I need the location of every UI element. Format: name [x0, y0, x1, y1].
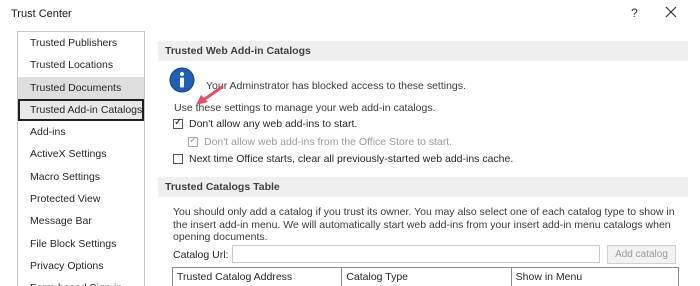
sidebar-item-add-ins[interactable]: Add-ins — [18, 121, 144, 143]
title-bar: Trust Center ? — [0, 0, 700, 28]
block-all-label: Don't allow any web add-ins to start. — [189, 118, 358, 130]
sidebar-item-trusted-documents[interactable]: Trusted Documents — [18, 76, 144, 99]
option-clear-cache[interactable]: Next time Office starts, clear all previ… — [173, 153, 513, 165]
column-header-show-in-menu[interactable]: Show in Menu — [512, 268, 678, 286]
catalog-table-header: Trusted Catalog Address Catalog Type Sho… — [172, 267, 679, 286]
catalog-description: You should only add a catalog if you tru… — [173, 206, 675, 243]
section-header-web-catalogs: Trusted Web Add-in Catalogs — [158, 41, 688, 61]
annotation-arrow-icon — [196, 85, 224, 105]
sidebar-item-message-bar[interactable]: Message Bar — [18, 210, 144, 232]
block-all-checkbox[interactable] — [173, 117, 183, 129]
section-header-catalogs-table: Trusted Catalogs Table — [158, 177, 688, 197]
sidebar-item-macro-settings[interactable]: Macro Settings — [18, 166, 144, 188]
sidebar-item-privacy-options[interactable]: Privacy Options — [18, 255, 144, 277]
sidebar-item-file-block-settings[interactable]: File Block Settings — [18, 233, 144, 255]
sidebar-item-activex-settings[interactable]: ActiveX Settings — [18, 143, 144, 165]
sidebar-item-trusted-add-in-catalogs[interactable]: Trusted Add-in Catalogs — [18, 98, 144, 122]
sidebar-item-trusted-locations[interactable]: Trusted Locations — [18, 54, 144, 76]
blocked-notice: Your Adminstrator has blocked access to … — [206, 80, 466, 92]
help-button[interactable]: ? — [631, 6, 638, 20]
option-block-store-add-ins: Don't allow web add-ins from the Office … — [188, 135, 453, 148]
sidebar-item-protected-view[interactable]: Protected View — [18, 188, 144, 210]
column-header-address[interactable]: Trusted Catalog Address — [173, 268, 343, 286]
settings-panel: Trusted Web Add-in Catalogs Your Adminst… — [158, 35, 688, 286]
block-store-label: Don't allow web add-ins from the Office … — [204, 136, 453, 148]
column-header-type[interactable]: Catalog Type — [342, 268, 512, 286]
sidebar-item-trusted-publishers[interactable]: Trusted Publishers — [18, 32, 144, 54]
clear-cache-label: Next time Office starts, clear all previ… — [189, 153, 514, 165]
option-block-all-web-add-ins[interactable]: Don't allow any web add-ins to start. — [173, 117, 358, 130]
close-icon[interactable] — [663, 4, 679, 20]
block-store-checkbox — [188, 135, 198, 147]
catalog-url-label: Catalog Url: — [173, 249, 229, 261]
sidebar-item-form-based-sign-in[interactable]: Form-based Sign-in — [18, 277, 144, 286]
add-catalog-button[interactable]: Add catalog — [607, 245, 676, 264]
sidebar: Trusted Publishers Trusted Locations Tru… — [17, 31, 145, 286]
clear-cache-checkbox[interactable] — [173, 154, 183, 164]
window-title: Trust Center — [11, 8, 72, 20]
catalog-url-input[interactable] — [232, 245, 600, 263]
